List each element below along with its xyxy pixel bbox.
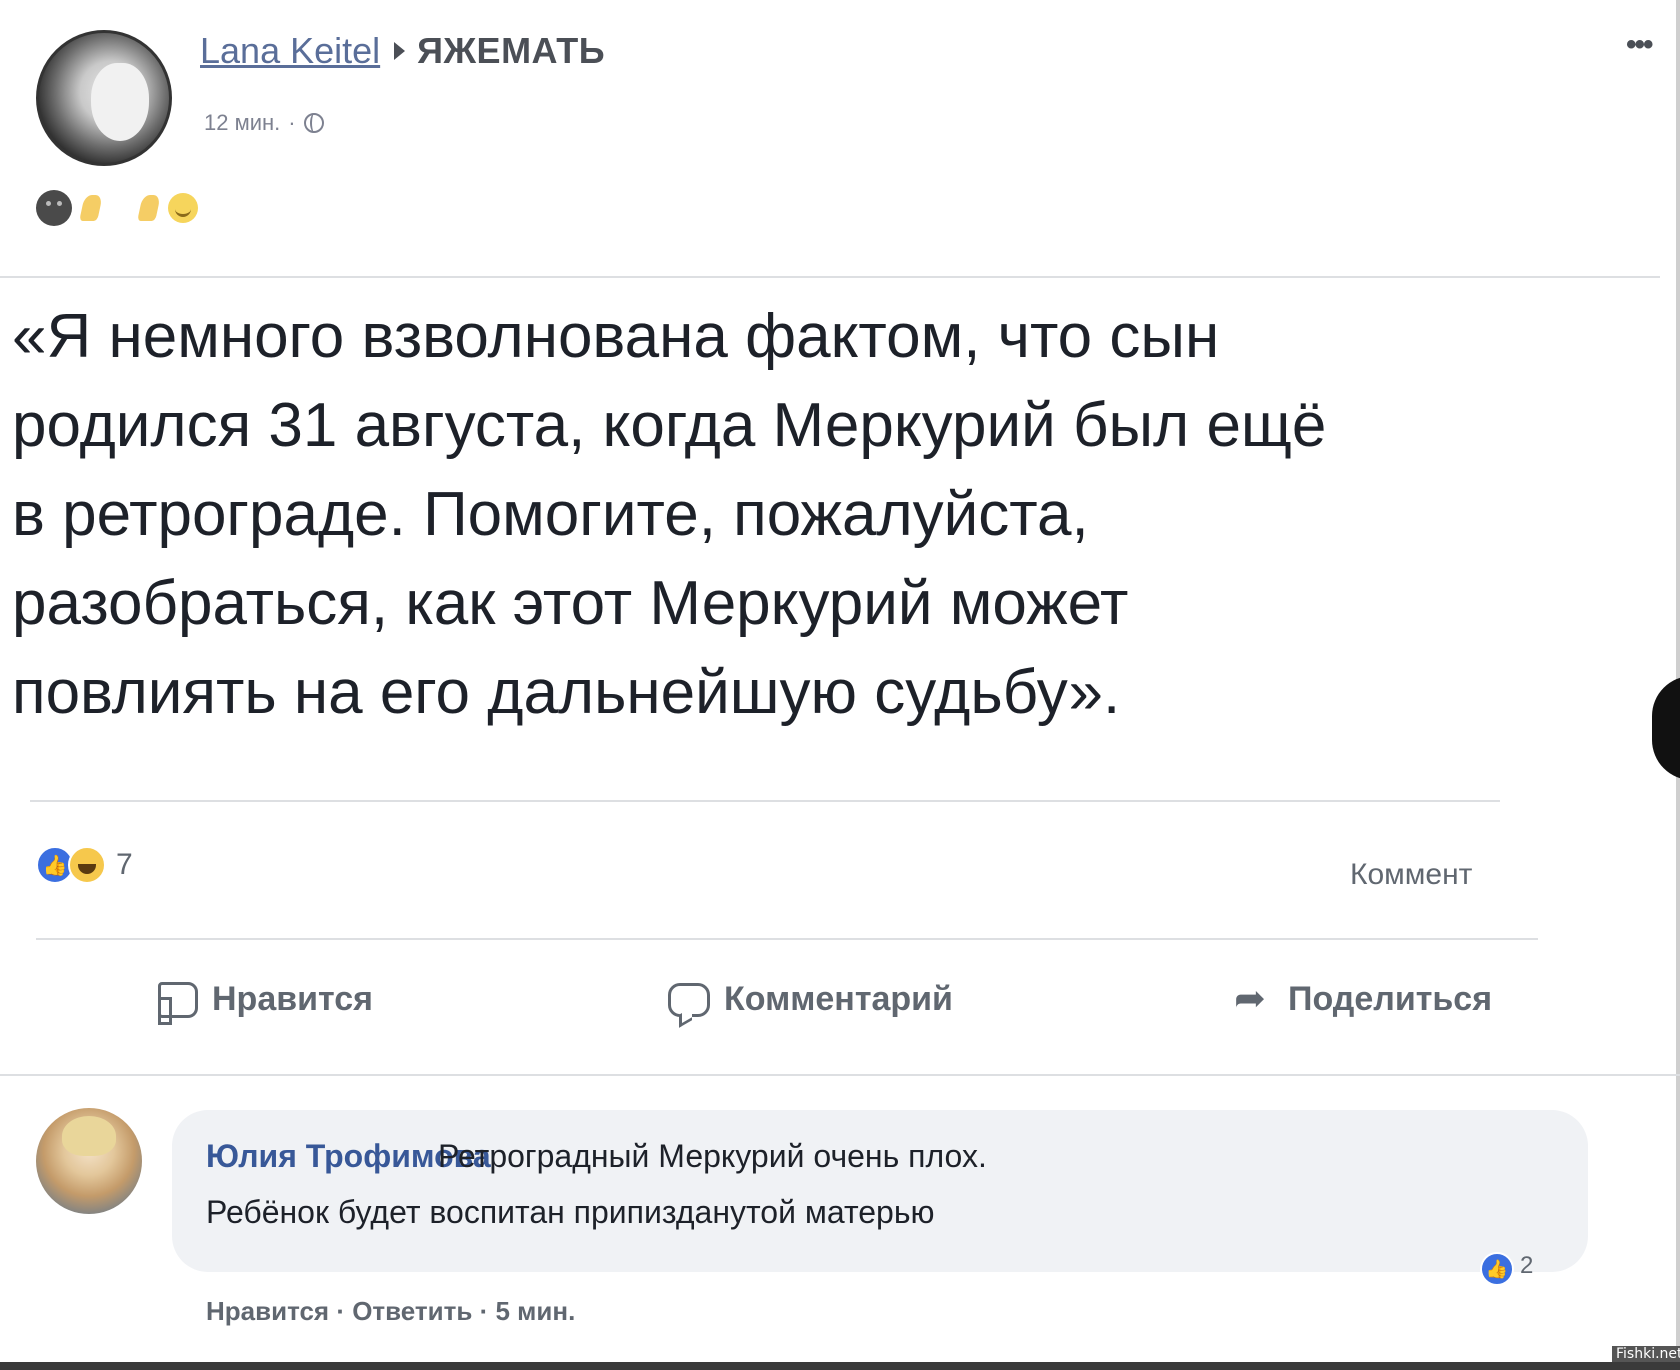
post-meta: 12 мин. · [204, 110, 324, 136]
divider [30, 800, 1500, 802]
watermark: Fishki.net [1612, 1346, 1680, 1362]
smile-emoji-icon [168, 193, 198, 223]
arrow-right-icon [394, 42, 406, 60]
comments-count-link[interactable]: Коммент [1350, 858, 1472, 892]
like-reaction-icon: 👍 [1480, 1252, 1514, 1286]
speech-bubble-icon [668, 982, 710, 1017]
post-header: Lana Keitel ЯЖЕМАТЬ [200, 30, 605, 72]
comment-bubble [172, 1110, 1588, 1272]
comment-reactions-count: 2 [1520, 1252, 1534, 1279]
dark-face-emoji-icon [36, 190, 72, 226]
commenter-avatar[interactable] [36, 1108, 142, 1214]
bottom-border [0, 1362, 1680, 1370]
avatar-hair [62, 1116, 116, 1156]
hand-emoji-icon [79, 195, 103, 221]
comment-reactions[interactable]: 👍 2 [1480, 1252, 1533, 1286]
divider [0, 276, 1660, 278]
group-name-link[interactable]: ЯЖЕМАТЬ [417, 30, 605, 72]
divider [36, 938, 1538, 940]
author-avatar[interactable] [36, 30, 172, 166]
share-button[interactable]: Поделиться [1234, 976, 1493, 1020]
reactions-count: 7 [116, 848, 133, 881]
reactions-summary[interactable]: 👍 7 [36, 846, 133, 884]
meta-separator: · [288, 110, 296, 135]
comment-text-line1: Ретроградный Меркурий очень плох. [438, 1138, 987, 1174]
edge-bar [1652, 676, 1680, 780]
like-button[interactable]: Нравится [158, 980, 373, 1025]
more-options-icon[interactable]: ••• [1626, 28, 1653, 62]
haha-reaction-icon [68, 846, 106, 884]
avatar-face [91, 63, 149, 141]
author-name-link[interactable]: Lana Keitel [200, 30, 380, 72]
action-bar: Нравится Комментарий Поделиться [0, 976, 1640, 1040]
comment-label: Комментарий [724, 980, 953, 1018]
divider [0, 1074, 1680, 1076]
emoji-row [36, 190, 198, 226]
facebook-post: Lana Keitel ЯЖЕМАТЬ 12 мин. · ••• «Я нем… [0, 0, 1680, 1370]
like-label: Нравится [212, 980, 373, 1018]
comment-button[interactable]: Комментарий [668, 980, 953, 1019]
share-arrow-icon [1234, 976, 1274, 1020]
post-time[interactable]: 12 мин. [204, 110, 280, 136]
thumbs-up-icon [158, 981, 198, 1025]
comment-meta-actions[interactable]: Нравится · Ответить · 5 мин. [206, 1296, 575, 1327]
globe-icon [303, 113, 324, 133]
comment-text-line2: Ребёнок будет воспитан припизданутой мат… [206, 1194, 935, 1230]
hand-emoji-icon [137, 195, 161, 221]
share-label: Поделиться [1288, 980, 1493, 1018]
post-text: «Я немного взволнована фактом, что сын р… [12, 302, 1327, 727]
